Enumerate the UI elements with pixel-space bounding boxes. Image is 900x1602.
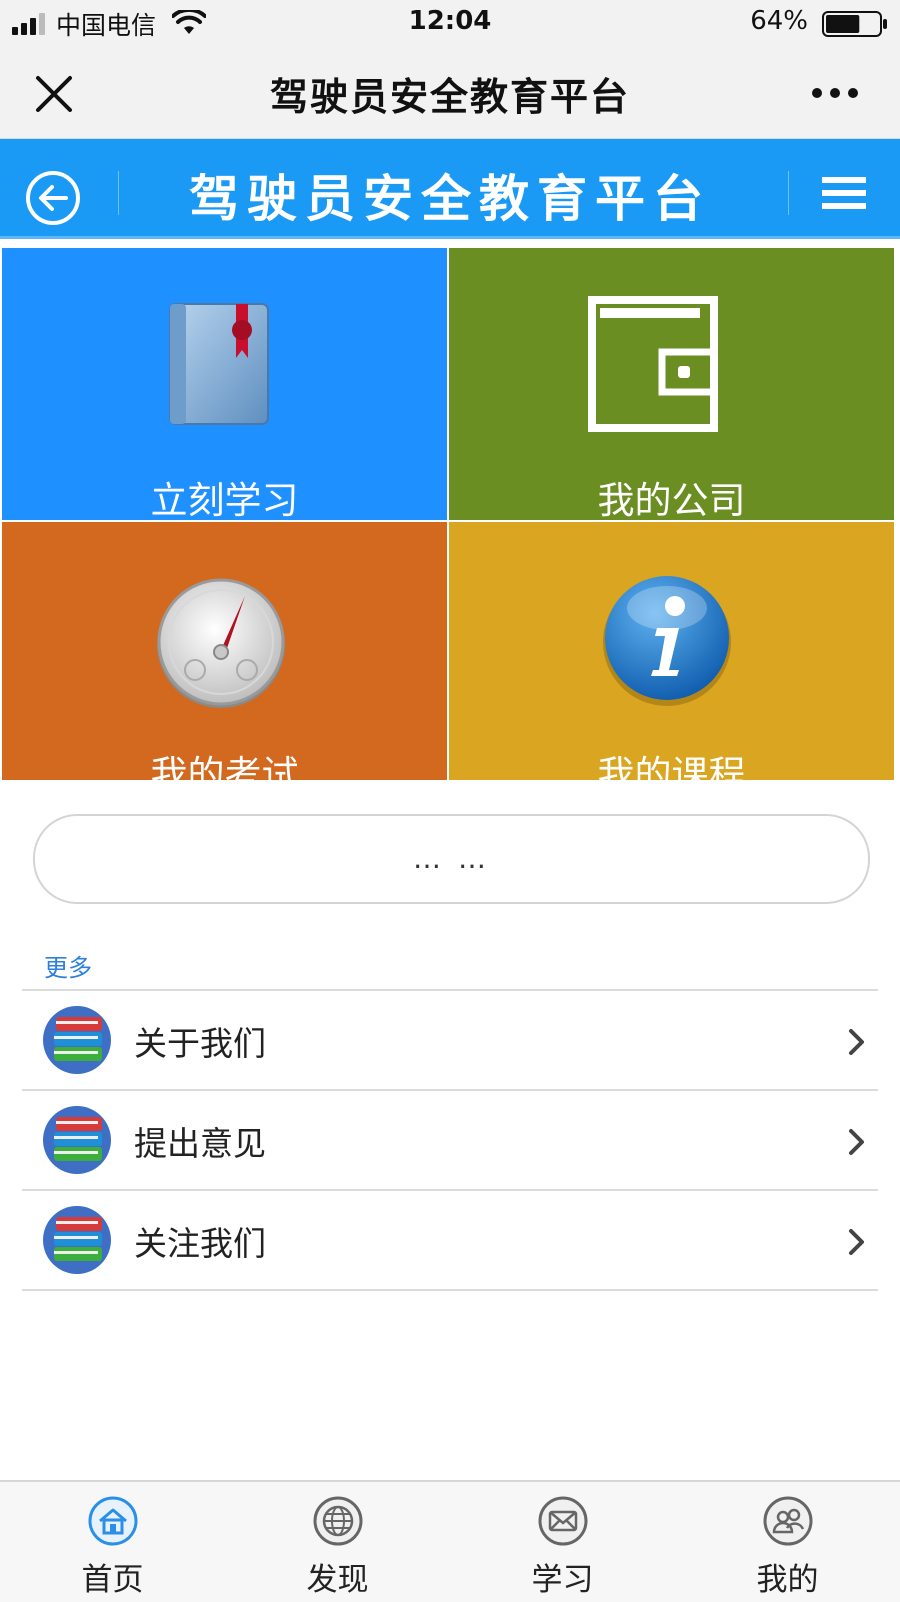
books-icon xyxy=(43,1206,111,1274)
tile-my-company[interactable]: 我的公司 xyxy=(449,248,894,520)
chevron-right-icon xyxy=(849,1129,864,1155)
list-item-feedback[interactable]: 提出意见 xyxy=(22,1091,878,1191)
home-icon xyxy=(88,1496,138,1546)
chevron-right-icon xyxy=(849,1029,864,1055)
books-icon xyxy=(43,1006,111,1074)
wechat-title: 驾驶员安全教育平台 xyxy=(269,75,630,119)
header-divider xyxy=(788,171,789,215)
tile-my-exam[interactable]: 我的考试 xyxy=(2,522,447,780)
wallet-icon xyxy=(588,296,718,432)
tile-label: 立刻学习 xyxy=(150,479,299,520)
info-icon xyxy=(603,576,731,706)
tile-my-courses[interactable]: 我的课程 xyxy=(449,522,894,780)
hamburger-menu-icon[interactable] xyxy=(822,173,866,213)
list-item-follow-us[interactable]: 关注我们 xyxy=(22,1191,878,1291)
tile-study-now[interactable]: 立刻学习 xyxy=(2,248,447,520)
tab-home[interactable]: 首页 xyxy=(0,1482,225,1602)
books-icon xyxy=(43,1106,111,1174)
tab-label: 我的 xyxy=(756,1562,819,1598)
tab-label: 学习 xyxy=(531,1562,594,1598)
list-item-about-us[interactable]: 关于我们 xyxy=(22,991,878,1091)
app-title: 驾驶员安全教育平台 xyxy=(189,170,711,228)
more-heading: 更多 xyxy=(44,954,92,982)
globe-icon xyxy=(313,1496,363,1546)
feature-grid: 立刻学习 我的公司 我的考试 我的课程 xyxy=(2,248,894,780)
tab-discover[interactable]: 发现 xyxy=(225,1482,450,1602)
item-label: 提出意见 xyxy=(134,1124,266,1163)
bottom-tab-bar: 首页 发现 学习 我的 xyxy=(0,1480,900,1602)
item-label: 关注我们 xyxy=(134,1224,266,1263)
compass-gauge-icon xyxy=(157,578,285,708)
status-bar: 中国电信 12:04 64% xyxy=(0,0,900,46)
tab-label: 首页 xyxy=(81,1562,144,1598)
wechat-nav-bar: 驾驶员安全教育平台 xyxy=(0,46,900,139)
chevron-right-icon xyxy=(849,1229,864,1255)
notice-text: … … xyxy=(413,842,490,875)
tab-mine[interactable]: 我的 xyxy=(675,1482,900,1602)
battery-percent: 64% xyxy=(750,6,808,36)
mail-icon xyxy=(538,1496,588,1546)
battery-icon xyxy=(822,11,887,37)
app-header: 驾驶员安全教育平台 xyxy=(0,139,900,239)
tab-label: 发现 xyxy=(306,1562,369,1598)
users-icon xyxy=(763,1496,813,1546)
item-label: 关于我们 xyxy=(134,1024,266,1063)
book-bookmark-icon xyxy=(169,303,269,425)
more-list: 关于我们 提出意见 关注我们 xyxy=(22,989,878,1291)
more-options-icon[interactable] xyxy=(810,86,860,100)
tile-label: 我的考试 xyxy=(150,753,299,780)
tile-label: 我的课程 xyxy=(597,753,746,780)
tab-study[interactable]: 学习 xyxy=(450,1482,675,1602)
tile-label: 我的公司 xyxy=(597,479,746,520)
notice-pill[interactable]: … … xyxy=(33,814,870,904)
